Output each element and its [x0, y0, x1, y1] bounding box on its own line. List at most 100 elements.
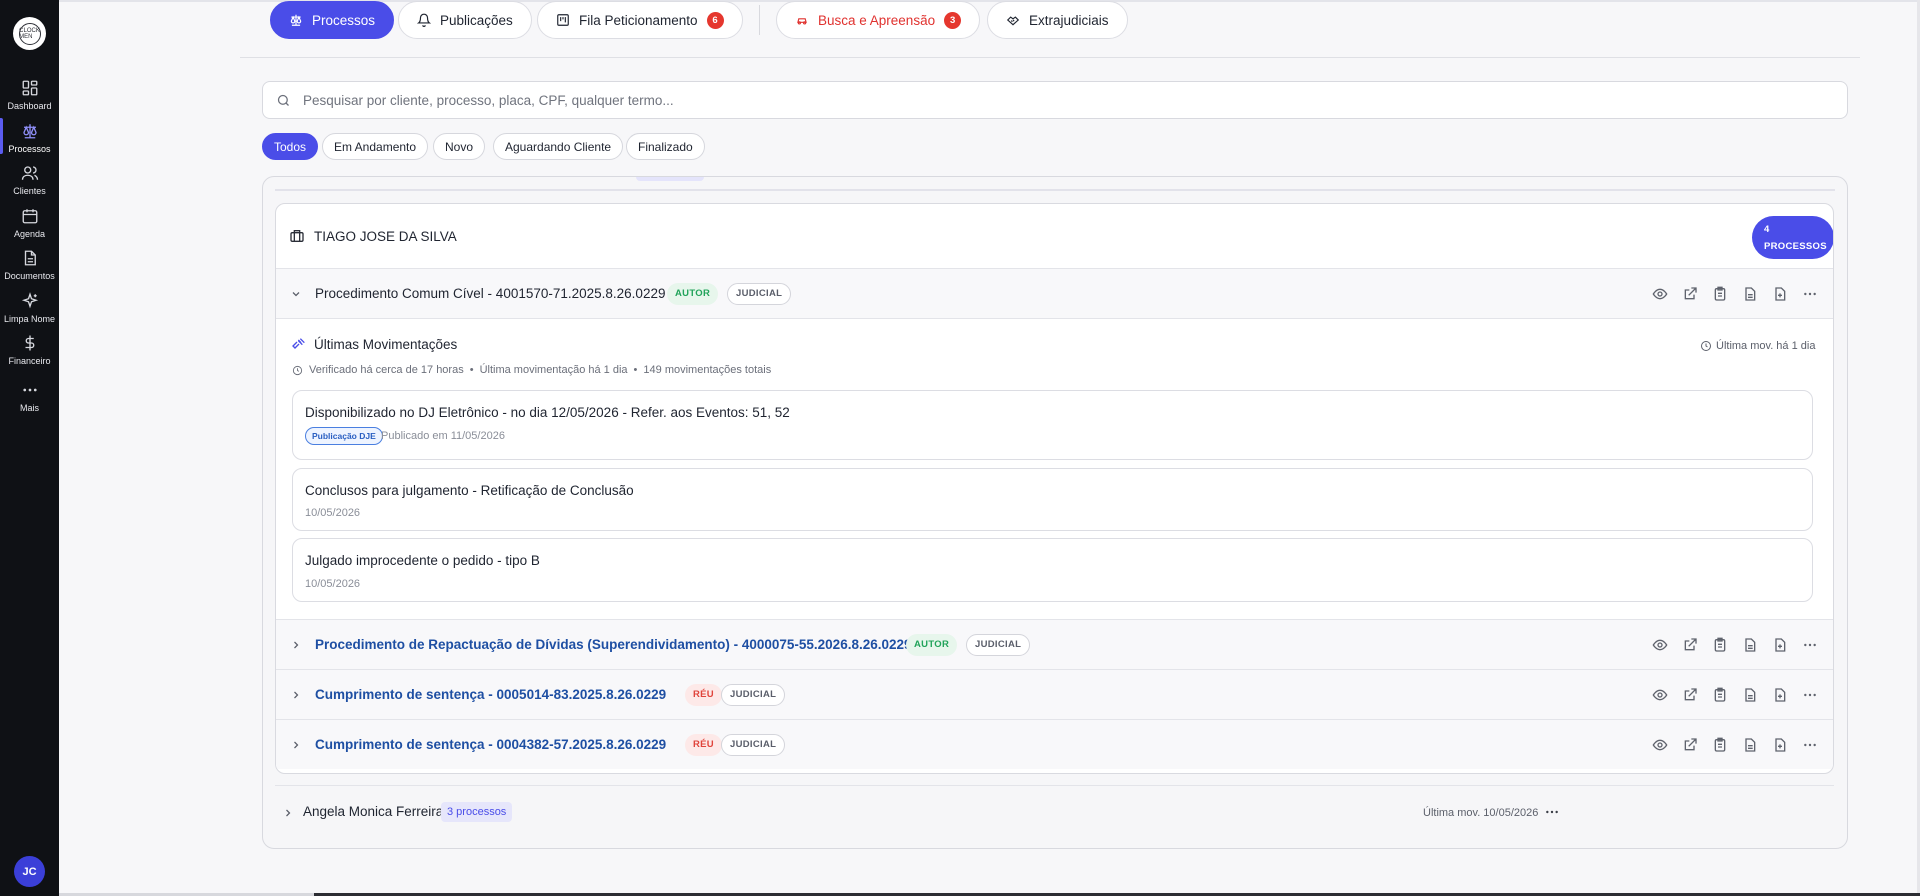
process-row[interactable]: Cumprimento de sentença - 0004382-57.202…: [276, 719, 1833, 769]
filter-em-andamento[interactable]: Em Andamento: [322, 133, 429, 160]
tab-processos[interactable]: Processos: [270, 1, 395, 39]
app-logo[interactable]: CLOCK MEN: [13, 17, 46, 50]
process-title[interactable]: Cumprimento de sentença - 0004382-57.202…: [315, 737, 666, 752]
filter-novo[interactable]: Novo: [433, 133, 486, 160]
tab-label: Processos: [312, 12, 376, 28]
role-badge: AUTOR: [667, 282, 719, 305]
sidebar-item-label: Agenda: [13, 229, 46, 239]
sidebar-item-label: Limpa Nome: [3, 314, 56, 324]
sparkles-icon: [21, 292, 38, 309]
tab-busca-apreensao[interactable]: Busca e Apreensão 3: [776, 1, 981, 39]
more-icon[interactable]: [1544, 804, 1560, 820]
client-group-collapsed[interactable]: Angela Monica Ferreira 3 processos Últim…: [275, 785, 1834, 837]
chevron-down-icon[interactable]: [290, 288, 302, 300]
eye-icon[interactable]: [1652, 286, 1668, 302]
movements-panel: Últimas Movimentações Última mov. há 1 d…: [276, 318, 1833, 620]
movement-card[interactable]: Disponibilizado no DJ Eletrônico - no di…: [292, 390, 1813, 460]
dollar-icon: [25, 335, 34, 351]
eye-icon[interactable]: [1652, 737, 1668, 753]
client-header[interactable]: TIAGO JOSE DA SILVA 4 PROCESSOS: [276, 204, 1833, 268]
sidebar-item-label: Financeiro: [8, 356, 51, 366]
sidebar-item-financeiro[interactable]: Financeiro: [0, 334, 59, 374]
more-icon[interactable]: [1802, 637, 1818, 653]
sidebar-item-limpa-nome[interactable]: Limpa Nome: [0, 292, 59, 332]
file-text-icon[interactable]: [1742, 737, 1758, 753]
tab-label: Extrajudiciais: [1029, 12, 1109, 28]
file-plus-icon[interactable]: [1772, 687, 1788, 703]
document-icon: [24, 250, 36, 266]
avatar[interactable]: JC: [14, 856, 45, 887]
file-plus-icon[interactable]: [1772, 737, 1788, 753]
eye-icon[interactable]: [1652, 637, 1668, 653]
process-title[interactable]: Cumprimento de sentença - 0005014-83.202…: [315, 687, 666, 702]
file-text-icon[interactable]: [1742, 286, 1758, 302]
process-count-label: PROCESSOS: [1764, 241, 1827, 252]
movements-meta: Verificado há cerca de 17 horas • Última…: [292, 364, 771, 376]
tab-fila-peticionamento[interactable]: Fila Peticionamento 6: [537, 1, 743, 39]
sidebar-item-agenda[interactable]: Agenda: [0, 207, 59, 247]
sidebar: CLOCK MEN Dashboard Processos Clientes A…: [0, 0, 59, 896]
chevron-right-icon[interactable]: [290, 739, 302, 751]
process-row[interactable]: Procedimento de Repactuação de Dívidas (…: [276, 619, 1833, 669]
movement-date: Publicado em 11/05/2026: [381, 430, 505, 442]
filter-aguardando-cliente[interactable]: Aguardando Cliente: [493, 133, 624, 160]
file-plus-icon[interactable]: [1772, 637, 1788, 653]
type-badge: JUDICIAL: [966, 633, 1031, 656]
clipboard-icon[interactable]: [1712, 687, 1728, 703]
process-row[interactable]: Procedimento Comum Cível - 4001570-71.20…: [276, 268, 1833, 318]
file-plus-icon[interactable]: [1772, 286, 1788, 302]
process-title[interactable]: Procedimento de Repactuação de Dívidas (…: [315, 637, 912, 652]
movement-title: Conclusos para julgamento - Retificação …: [305, 483, 634, 498]
users-icon: [21, 166, 38, 180]
clock-icon: [292, 365, 303, 375]
sidebar-item-mais[interactable]: Mais: [0, 381, 59, 421]
external-link-icon[interactable]: [1682, 637, 1698, 653]
more-icon[interactable]: [1802, 286, 1818, 302]
chevron-right-icon[interactable]: [282, 807, 294, 819]
tab-publicacoes[interactable]: Publicações: [398, 1, 532, 39]
external-link-icon[interactable]: [1682, 737, 1698, 753]
last-movement-meta: Última movimentação há 1 dia: [479, 364, 628, 376]
clipboard-icon[interactable]: [1712, 737, 1728, 753]
filter-finalizado[interactable]: Finalizado: [626, 133, 705, 160]
last-movement: Última mov. 10/05/2026: [1423, 807, 1539, 819]
movement-title: Julgado improcedente o pedido - tipo B: [305, 553, 540, 568]
external-link-icon[interactable]: [1682, 286, 1698, 302]
process-list-panel: TIAGO JOSE DA SILVA 4 PROCESSOS Procedim…: [262, 176, 1848, 849]
movement-card[interactable]: Conclusos para julgamento - Retificação …: [292, 468, 1813, 531]
total-movements: 149 movimentações totais: [643, 364, 772, 376]
file-text-icon[interactable]: [1742, 637, 1758, 653]
movement-title: Disponibilizado no DJ Eletrônico - no di…: [305, 405, 790, 420]
chevron-right-icon[interactable]: [290, 689, 302, 701]
filter-todos[interactable]: Todos: [262, 133, 319, 160]
last-movement-text: Última mov. há 1 dia: [1716, 340, 1816, 352]
sidebar-item-documentos[interactable]: Documentos: [0, 249, 59, 289]
count-badge: 3: [944, 11, 962, 29]
sidebar-item-clientes[interactable]: Clientes: [0, 164, 59, 204]
sidebar-item-dashboard[interactable]: Dashboard: [0, 79, 59, 119]
row-actions: [1652, 286, 1818, 302]
external-link-icon[interactable]: [1682, 687, 1698, 703]
sidebar-item-label: Mais: [19, 403, 39, 413]
clipboard-icon[interactable]: [1712, 637, 1728, 653]
tab-extrajudiciais[interactable]: Extrajudiciais: [987, 1, 1128, 39]
car-icon: [797, 18, 807, 25]
type-badge: JUDICIAL: [727, 282, 792, 305]
more-icon[interactable]: [1802, 737, 1818, 753]
movement-card[interactable]: Julgado improcedente o pedido - tipo B 1…: [292, 538, 1813, 602]
chevron-right-icon[interactable]: [290, 639, 302, 651]
process-title[interactable]: Procedimento Comum Cível - 4001570-71.20…: [315, 286, 665, 301]
verified-text: Verificado há cerca de 17 horas: [309, 364, 464, 376]
file-text-icon[interactable]: [1742, 687, 1758, 703]
tab-divider: [759, 5, 760, 35]
scale-icon: [22, 124, 37, 139]
sidebar-item-processos[interactable]: Processos: [0, 118, 59, 162]
clipboard-icon[interactable]: [1712, 286, 1728, 302]
row-actions: [1652, 637, 1818, 653]
process-row[interactable]: Cumprimento de sentença - 0005014-83.202…: [276, 669, 1833, 719]
role-badge: RÉU: [685, 733, 722, 756]
more-icon[interactable]: [1802, 687, 1818, 703]
eye-icon[interactable]: [1652, 687, 1668, 703]
search-input[interactable]: [303, 92, 1803, 108]
role-badge: RÉU: [685, 683, 722, 706]
